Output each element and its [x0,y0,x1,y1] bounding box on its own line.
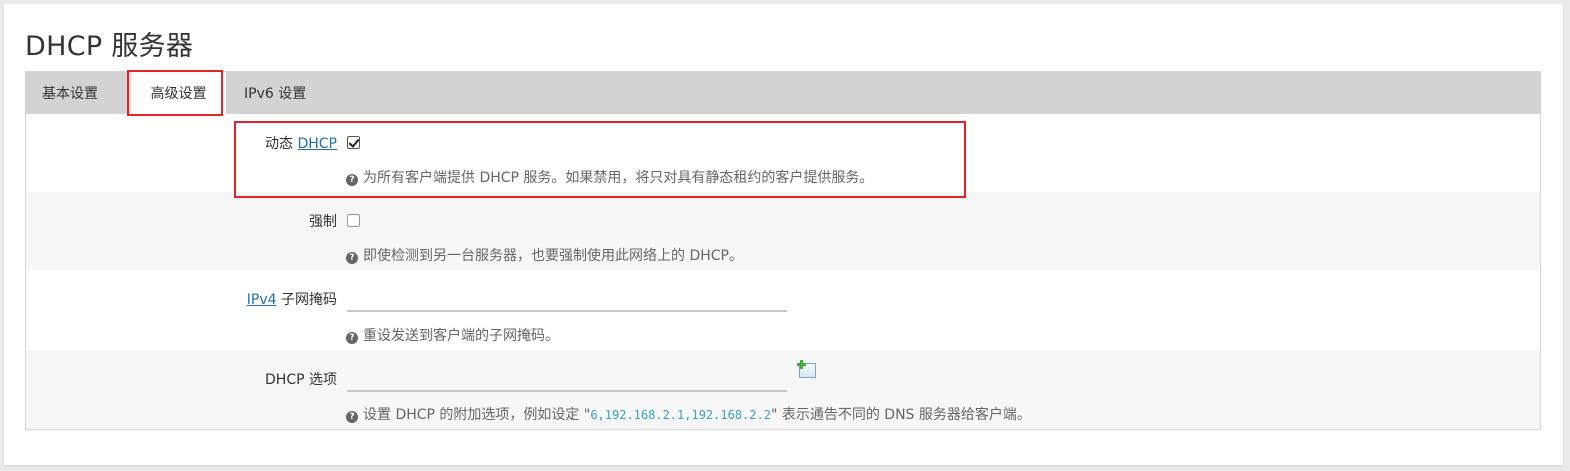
settings-panel: 基本设置 高级设置 IPv6 设置 动态 DHCP ? 为所有客户端提供 DHCP… [25,71,1541,430]
dynamic-dhcp-help: ? 为所有客户端提供 DHCP 服务。如果禁用，将只对具有静态租约的客户提供服务。 [346,167,873,187]
dhcp-link[interactable]: DHCP [297,136,337,152]
dhcp-options-label: DHCP 选项 [265,372,337,388]
force-help-text: 即使检测到另一台服务器，也要强制使用此网络上的 DHCP。 [363,248,743,264]
dynamic-dhcp-label-text: 动态 [265,136,294,152]
help-icon: ? [346,411,358,423]
ipv4-link[interactable]: IPv4 [247,292,277,308]
row-netmask: IPv4 子网掩码 ? 重设发送到客户端的子网掩码。 [26,270,1540,350]
row-dynamic-dhcp: 动态 DHCP ? 为所有客户端提供 DHCP 服务。如果禁用，将只对具有静态租约… [26,114,1540,192]
force-checkbox[interactable] [347,214,360,227]
force-help: ? 即使检测到另一台服务器，也要强制使用此网络上的 DHCP。 [346,245,743,265]
add-option-icon[interactable] [797,360,816,378]
tab-advanced-settings[interactable]: 高级设置 [131,72,226,114]
dhcp-options-help: ? 设置 DHCP 的附加选项，例如设定 "6,192.168.2.1,192.1… [346,404,1031,424]
page-title: DHCP 服务器 [25,31,194,62]
netmask-label-text: 子网掩码 [281,292,337,308]
tab-basic-settings[interactable]: 基本设置 [28,72,112,114]
force-label: 强制 [309,214,337,230]
help-icon: ? [346,174,358,186]
help-icon: ? [346,252,358,264]
dhcp-options-help-text-after: " 表示通告不同的 DNS 服务器给客户端。 [770,407,1031,423]
dhcp-options-input[interactable] [347,370,787,392]
dhcp-options-help-text-before: 设置 DHCP 的附加选项，例如设定 " [363,407,591,423]
dynamic-dhcp-label: 动态 DHCP [265,133,337,153]
help-icon: ? [346,332,358,344]
dhcp-options-help-code: 6,192.168.2.1,192.168.2.2 [590,408,771,422]
dynamic-dhcp-checkbox[interactable] [347,136,360,149]
row-dhcp-options: DHCP 选项 ? 设置 DHCP 的附加选项，例如设定 "6,192.168.2… [26,350,1540,429]
netmask-input[interactable] [347,290,787,312]
row-force: 强制 ? 即使检测到另一台服务器，也要强制使用此网络上的 DHCP。 [26,192,1540,270]
netmask-help-text: 重设发送到客户端的子网掩码。 [363,328,559,344]
netmask-label: IPv4 子网掩码 [247,289,337,309]
content-card: DHCP 服务器 基本设置 高级设置 IPv6 设置 动态 DHCP ? 为所有客… [4,4,1563,465]
dynamic-dhcp-help-text: 为所有客户端提供 DHCP 服务。如果禁用，将只对具有静态租约的客户提供服务。 [363,170,874,186]
tab-ipv6-settings[interactable]: IPv6 设置 [230,72,320,114]
tab-bar: 基本设置 高级设置 IPv6 设置 [26,72,1540,114]
netmask-help: ? 重设发送到客户端的子网掩码。 [346,325,559,345]
